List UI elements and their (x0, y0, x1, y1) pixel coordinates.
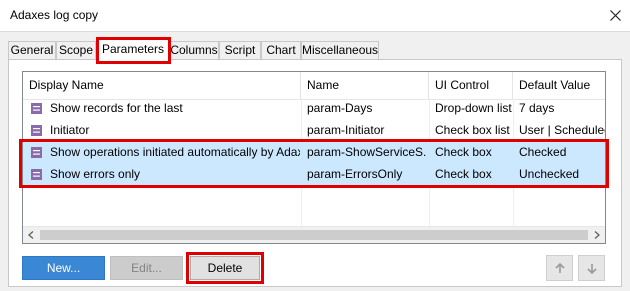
scroll-thumb[interactable] (40, 230, 588, 240)
table-row[interactable]: Initiator param-Initiator Check box list… (23, 119, 605, 141)
arrow-down-icon (586, 263, 597, 274)
column-header-ui-control[interactable]: UI Control (429, 72, 513, 99)
move-up-button[interactable] (546, 255, 573, 281)
table-row[interactable]: Show errors only param-ErrorsOnly Check … (23, 163, 605, 185)
parameter-icon (31, 147, 42, 158)
cell-display-name: Show records for the last (50, 101, 183, 115)
parameter-icon (31, 103, 42, 114)
title-bar: Adaxes log copy (0, 0, 630, 32)
tab-scope[interactable]: Scope (56, 41, 96, 60)
tab-columns[interactable]: Columns (169, 41, 219, 60)
horizontal-scrollbar[interactable] (23, 226, 605, 243)
cell-name: param-Initiator (307, 123, 385, 137)
cell-ui-control: Check box (435, 167, 492, 181)
cell-ui-control: Check box list (435, 123, 510, 137)
arrow-up-icon (554, 262, 565, 273)
parameters-grid[interactable]: Display Name Name UI Control Default Val… (22, 71, 606, 244)
grid-header: Display Name Name UI Control Default Val… (23, 72, 605, 100)
scroll-right-icon (594, 231, 600, 239)
column-header-default-value[interactable]: Default Value (513, 72, 605, 99)
cell-default-value: 7 days (519, 101, 555, 115)
tab-general[interactable]: General (8, 41, 56, 60)
move-down-button[interactable] (578, 255, 605, 281)
parameter-icon (31, 169, 42, 180)
new-button[interactable]: New... (22, 256, 105, 280)
column-header-name[interactable]: Name (301, 72, 429, 99)
table-row[interactable]: Show records for the last param-Days Dro… (23, 97, 605, 119)
close-icon (609, 9, 621, 21)
scroll-left-icon (28, 231, 34, 239)
cell-name: param-ShowServiceS... (307, 145, 427, 159)
column-header-display-name[interactable]: Display Name (23, 72, 301, 99)
cell-name: param-ErrorsOnly (307, 167, 403, 181)
window-title: Adaxes log copy (10, 8, 99, 22)
tab-parameters[interactable]: Parameters (97, 38, 169, 61)
cell-display-name: Show operations initiated automatically … (50, 145, 300, 159)
cell-display-name: Show errors only (50, 167, 141, 181)
table-row[interactable]: Show operations initiated automatically … (23, 141, 605, 163)
parameter-icon (31, 125, 42, 136)
tab-script[interactable]: Script (219, 41, 261, 60)
cell-ui-control: Drop-down list (435, 101, 512, 115)
close-button[interactable] (600, 0, 630, 30)
delete-button[interactable]: Delete (190, 256, 260, 280)
tab-chart[interactable]: Chart (261, 41, 301, 60)
cell-name: param-Days (307, 101, 373, 115)
cell-default-value: User | Scheduled T (519, 123, 605, 137)
scroll-left-button[interactable] (23, 227, 39, 243)
scroll-right-button[interactable] (589, 227, 605, 243)
tab-miscellaneous[interactable]: Miscellaneous (301, 41, 379, 60)
cell-default-value: Checked (519, 145, 567, 159)
cell-display-name: Initiator (50, 123, 90, 137)
cell-default-value: Unchecked (519, 167, 580, 181)
cell-ui-control: Check box (435, 145, 492, 159)
edit-button[interactable]: Edit... (110, 256, 183, 280)
